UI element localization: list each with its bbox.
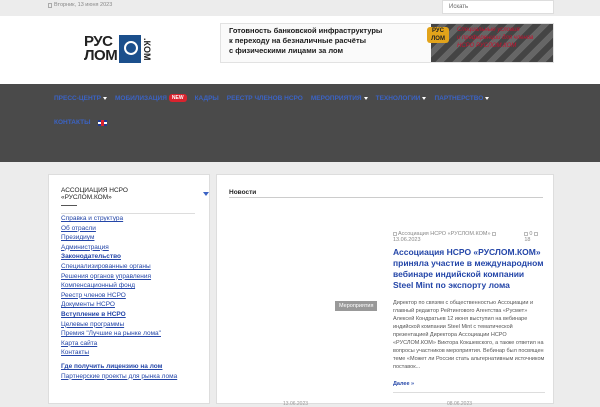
nav-item-member-registry[interactable]: РЕЕСТР ЧЛЕНОВ НСРО: [227, 95, 303, 102]
banner-right-line: и преференции для членов: [457, 35, 534, 41]
folder-icon: [393, 231, 397, 236]
sidebar-item-join[interactable]: Вступление в НСРО: [61, 310, 201, 320]
eye-icon: [533, 231, 538, 236]
article-title[interactable]: Ассоциация НСРО «РУСЛОМ.КОМ» приняла уча…: [393, 247, 545, 291]
nav-item-label: КАДРЫ: [194, 94, 219, 102]
sidebar-panel: АССОЦИАЦИЯ НСРО «РУСЛОМ.КОМ» Справка и с…: [48, 174, 210, 404]
calendar-icon: [48, 2, 52, 8]
sidebar-menu: Справка и структура Об отрасли Президиум…: [61, 214, 201, 381]
sidebar-item-sitemap[interactable]: Карта сайта: [61, 339, 201, 349]
logo-suffix: .КОМ: [142, 37, 153, 61]
nav-item-press-center[interactable]: ПРЕСС-ЦЕНТР: [54, 95, 107, 102]
article-meta: Ассоциация НСРО «РУСЛОМ.КОМ» 13.06.2023 …: [393, 231, 545, 243]
nav-item-label: ТЕХНОЛОГИИ: [375, 94, 421, 102]
nav-item-events[interactable]: МЕРОПРИЯТИЯ: [311, 95, 368, 102]
banner-right-line: НСРО РУСЛОМ.КОМ: [457, 43, 517, 49]
site-header: РУС ЛОМ .КОМ Готовность банковской инфра…: [0, 16, 600, 84]
sidebar-title-text: АССОЦИАЦИЯ НСРО «РУСЛОМ.КОМ»: [61, 187, 128, 201]
banner-left-line: к переходу на безналичные расчёты: [229, 36, 367, 45]
sidebar-item-documents[interactable]: Документы НСРО: [61, 300, 201, 310]
sidebar-item-partner-projects[interactable]: Партнерские проекты для рынка лома: [61, 372, 201, 382]
nav-item-label: РЕЕСТР ЧЛЕНОВ НСРО: [226, 94, 303, 102]
sidebar-item-contacts[interactable]: Контакты: [61, 348, 201, 358]
main-nav: ПРЕСС-ЦЕНТР МОБИЛИЗАЦИЯ NEW КАДРЫ РЕЕСТР …: [0, 84, 600, 162]
nav-item-label: МЕРОПРИЯТИЯ: [310, 94, 362, 102]
nav-item-label: КОНТАКТЫ: [54, 119, 91, 126]
sidebar-item-legislation[interactable]: Законодательство: [61, 252, 201, 262]
article-source: Ассоциация НСРО «РУСЛОМ.КОМ» 13.06.2023: [393, 231, 524, 243]
banner-left-line: Готовность банковской инфраструктуры: [229, 26, 383, 35]
nav-item-label: ПРЕСС-ЦЕНТР: [54, 94, 101, 102]
nav-item-partnership[interactable]: ПАРТНЕРСТВО: [434, 94, 490, 102]
next-article-date-text: 13.06.2023: [283, 401, 309, 407]
content-area: АССОЦИАЦИЯ НСРО «РУСЛОМ.КОМ» Справка и с…: [0, 162, 600, 407]
sidebar-item-industry[interactable]: Об отрасли: [61, 224, 201, 234]
divider: [393, 392, 545, 393]
logo-mark-icon: [119, 35, 142, 63]
chevron-down-icon: [422, 96, 427, 100]
next-article-date-text: 08.06.2023: [447, 401, 473, 407]
chevron-down-icon: [102, 96, 107, 100]
nav-item-contacts[interactable]: КОНТАКТЫ: [54, 119, 90, 126]
current-date-text: Вторник, 13 июня 2023: [54, 2, 113, 8]
sidebar-item-member-registry[interactable]: Реестр членов НСРО: [61, 291, 201, 301]
read-more-link[interactable]: Далее »: [393, 381, 414, 387]
clock-icon: [492, 231, 497, 236]
article-views: 18: [524, 237, 531, 243]
chevron-down-icon: [363, 96, 368, 100]
category-badge[interactable]: Мероприятия: [335, 301, 378, 311]
sidebar-item-decisions[interactable]: Решения органов управления: [61, 272, 201, 282]
sidebar-item-administration[interactable]: Администрация: [61, 243, 201, 253]
header-banner[interactable]: Готовность банковской инфраструктуры к п…: [220, 23, 554, 63]
article-excerpt: Директор по связям с общественностью Асс…: [393, 300, 545, 370]
next-article-date: 13.06.2023: [283, 401, 308, 407]
sidebar-item-award[interactable]: Премия "Лучшие на рынке лома": [61, 329, 201, 339]
news-article: Ассоциация НСРО «РУСЛОМ.КОМ» 13.06.2023 …: [393, 231, 545, 393]
search-input[interactable]: Искать: [442, 0, 554, 14]
nav-item-technologies[interactable]: ТЕХНОЛОГИИ: [376, 95, 427, 102]
site-logo[interactable]: РУС ЛОМ .КОМ: [84, 32, 152, 66]
nav-row: КОНТАКТЫ: [54, 119, 108, 126]
nav-item-personnel[interactable]: КАДРЫ: [195, 95, 219, 102]
banner-left-text: Готовность банковской инфраструктуры к п…: [229, 26, 382, 56]
news-panel: Новости Мероприятия Ассоциация НСРО «РУС…: [216, 174, 554, 407]
banner-badge: РУС ЛОМ: [427, 27, 449, 43]
chevron-down-icon: [485, 96, 490, 100]
divider: [61, 205, 77, 206]
sidebar-item-reference[interactable]: Справка и структура: [61, 214, 201, 224]
article-date: 13.06.2023: [393, 237, 421, 243]
nav-row: ПРЕСС-ЦЕНТР МОБИЛИЗАЦИЯ NEW КАДРЫ РЕЕСТР …: [54, 94, 490, 102]
sidebar-title[interactable]: АССОЦИАЦИЯ НСРО «РУСЛОМ.КОМ»: [61, 187, 209, 201]
sidebar-item-presidium[interactable]: Президиум: [61, 233, 201, 243]
divider: [229, 197, 543, 198]
top-bar: Вторник, 13 июня 2023 Искать: [0, 0, 600, 16]
sidebar-item-programs[interactable]: Целевые программы: [61, 320, 201, 330]
chevron-down-icon: [203, 192, 209, 196]
logo-text: РУС ЛОМ: [84, 34, 118, 64]
sidebar-item-license[interactable]: Где получить лицензию на лом: [61, 362, 201, 372]
comment-icon: [524, 231, 529, 236]
current-date: Вторник, 13 июня 2023: [48, 2, 112, 8]
new-badge: NEW: [168, 94, 187, 102]
nav-item-label: МОБИЛИЗАЦИЯ: [114, 94, 167, 102]
article-stats: 0 18: [524, 231, 545, 243]
nav-item-mobilization[interactable]: МОБИЛИЗАЦИЯ NEW: [115, 94, 187, 102]
banner-right-text: Специальные условия и преференции для чл…: [457, 26, 533, 50]
nav-item-label: ПАРТНЕРСТВО: [434, 94, 484, 102]
news-heading[interactable]: Новости: [229, 189, 256, 196]
banner-left-line: с физическими лицами за лом: [229, 46, 344, 55]
logo-line2: ЛОМ: [84, 47, 118, 64]
next-article-date: 08.06.2023: [447, 401, 472, 407]
banner-right-line: Специальные условия: [457, 27, 520, 33]
sidebar-item-special-bodies[interactable]: Специализированные органы: [61, 262, 201, 272]
sidebar-item-compensation-fund[interactable]: Компенсационный фонд: [61, 281, 201, 291]
uk-flag-icon[interactable]: [98, 119, 108, 126]
